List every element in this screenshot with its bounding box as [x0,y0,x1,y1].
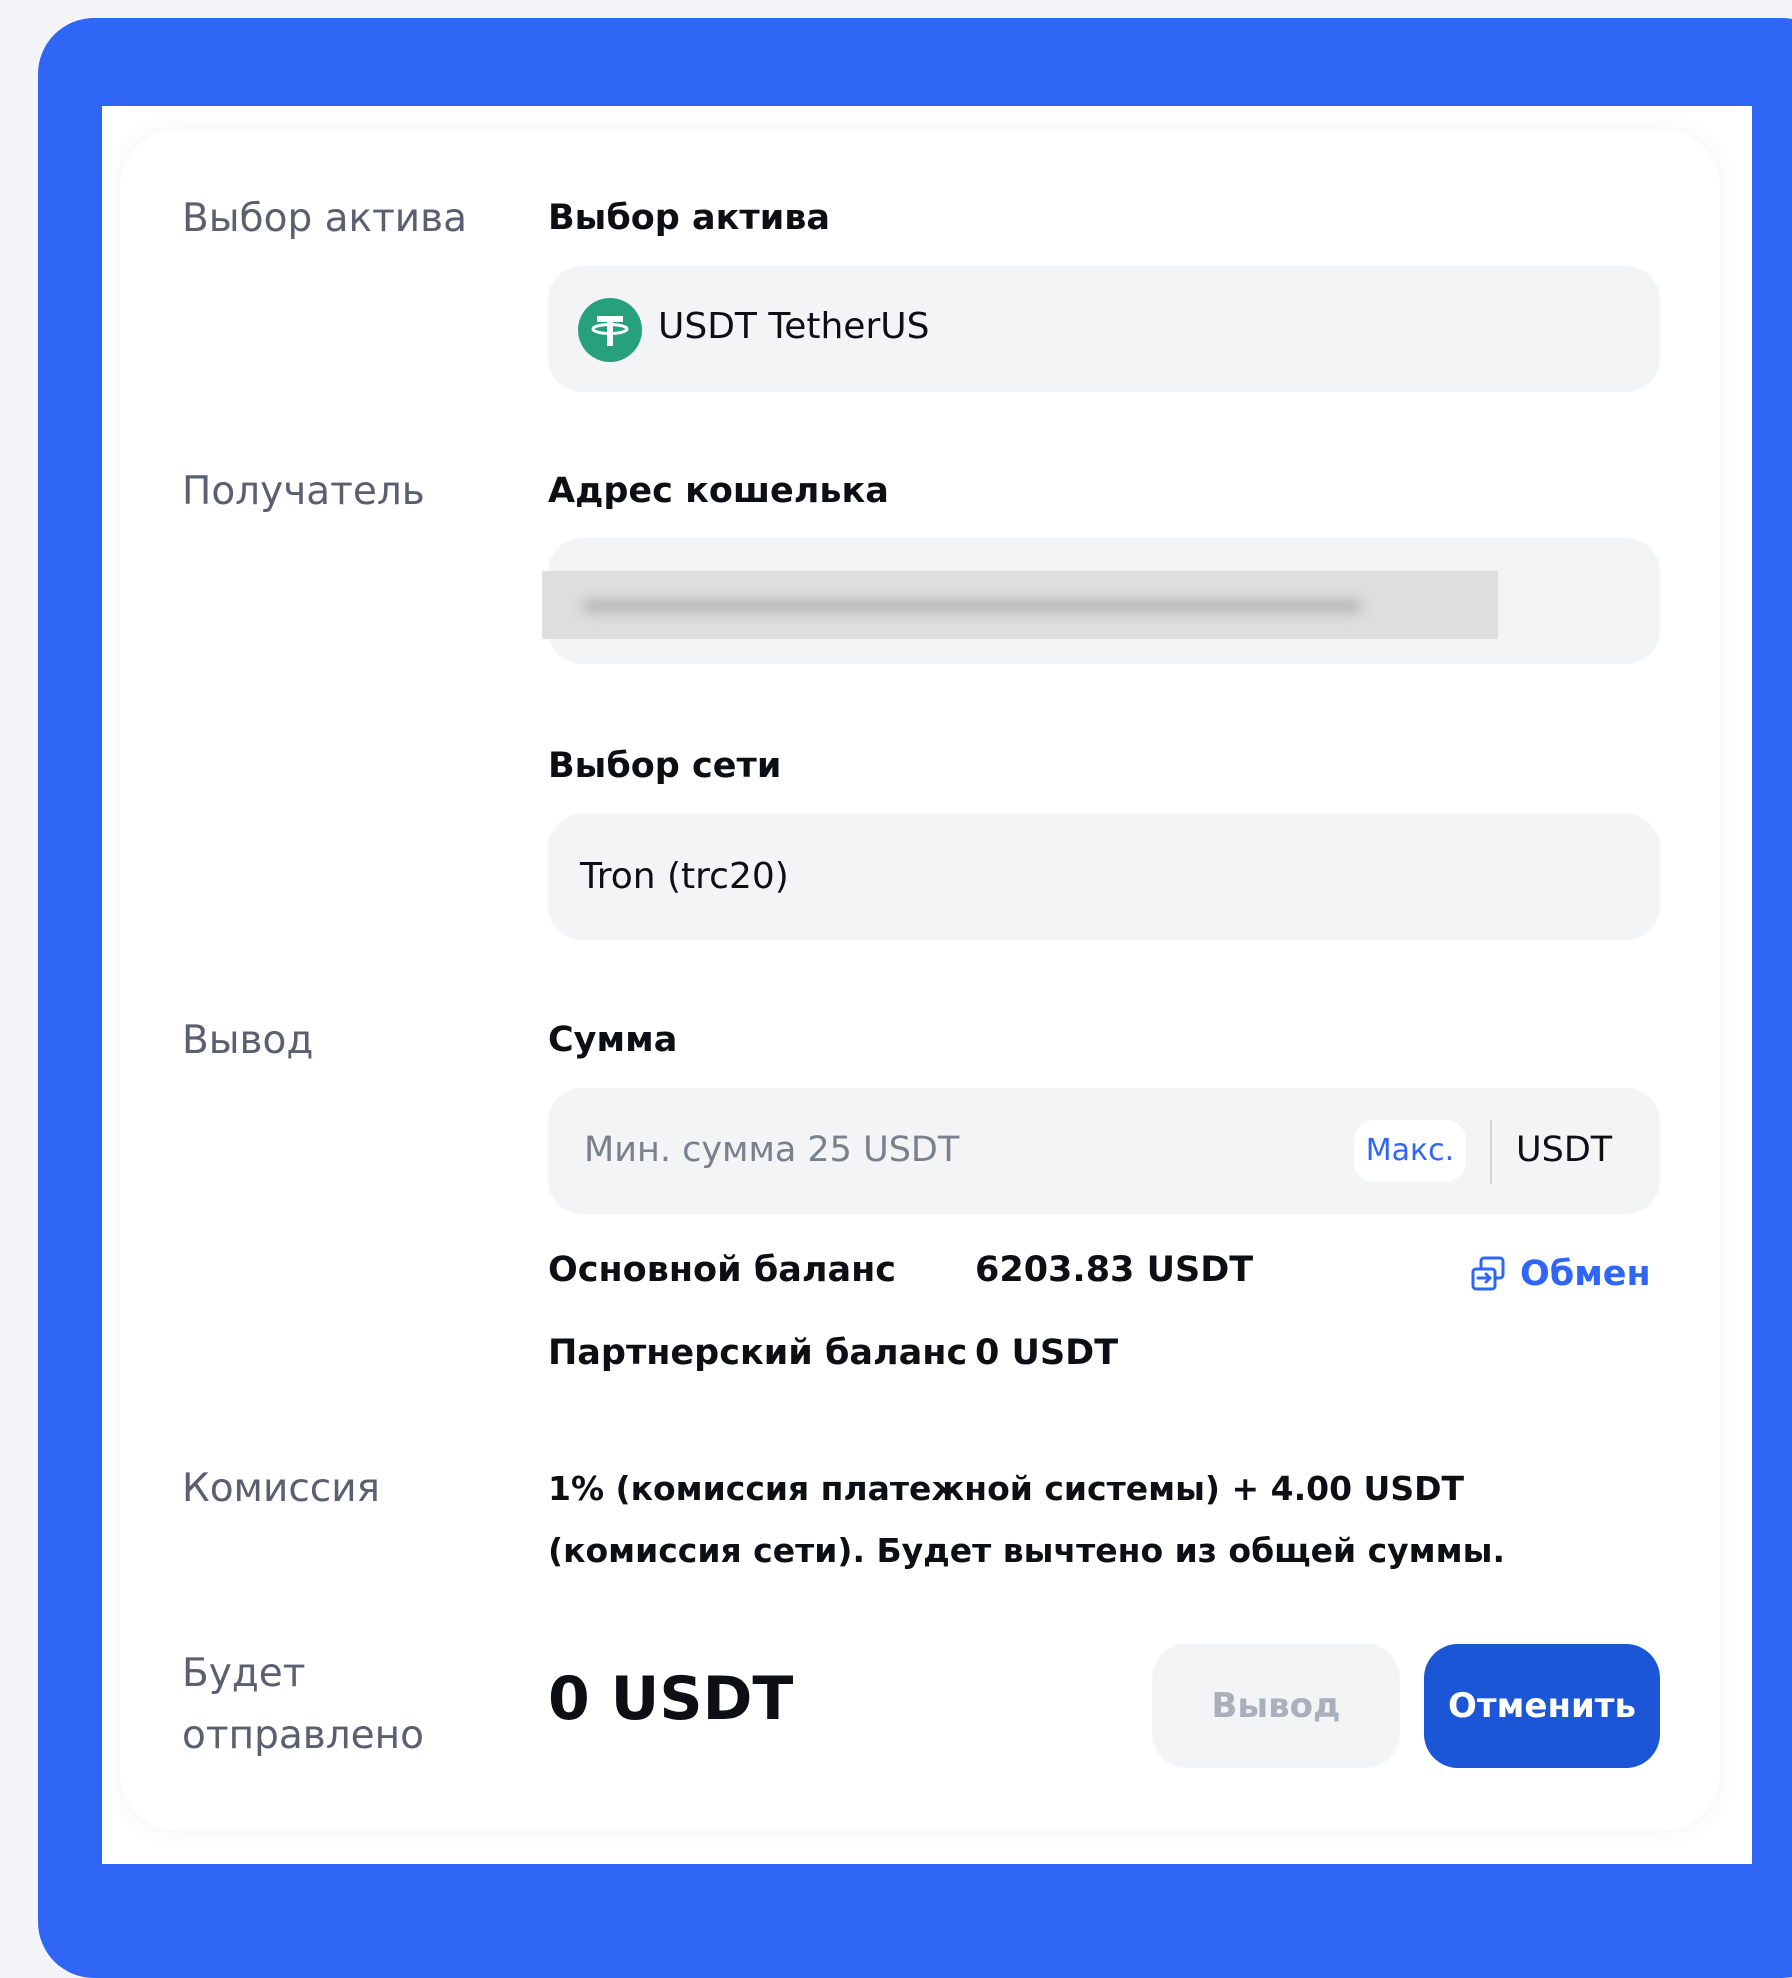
blurred-address-text [582,599,1362,613]
main-balance-label: Основной баланс [548,1250,897,1290]
field-divider [1490,1120,1492,1184]
asset-field-label: Выбор актива [548,198,830,238]
amount-placeholder: Мин. сумма 25 USDT [584,1130,960,1170]
withdraw-button[interactable]: Вывод [1152,1644,1400,1768]
asset-select[interactable]: USDT TetherUS [548,266,1660,392]
section-will-send-label: Будет отправлено [182,1651,424,1758]
network-select[interactable]: Tron (trc20) [548,814,1660,940]
amount-input[interactable]: Мин. сумма 25 USDT Макс. USDT [548,1088,1660,1214]
exchange-label: Обмен [1520,1254,1651,1294]
tether-icon [578,298,642,362]
commission-text: 1% (комиссия платежной системы) + 4.00 U… [548,1469,1505,1570]
section-commission-label: Комиссия [182,1466,381,1511]
section-asset-label: Выбор актива [182,196,468,241]
wallet-field-label: Адрес кошелька [548,471,889,511]
main-balance-value: 6203.83 USDT [975,1250,1254,1290]
wallet-address-input[interactable] [542,538,1660,664]
amount-field-label: Сумма [548,1020,678,1060]
section-withdraw-label: Вывод [182,1018,314,1063]
section-recipient-label: Получатель [182,469,425,514]
partner-balance-label: Партнерский баланс [548,1333,968,1373]
blurred-address [542,571,1498,639]
max-button[interactable]: Макс. [1354,1120,1466,1182]
exchange-icon [1471,1256,1505,1291]
partner-balance-value: 0 USDT [975,1333,1119,1373]
total-amount: 0 USDT [548,1664,794,1734]
currency-label: USDT [1516,1130,1613,1170]
cancel-button[interactable]: Отменить [1424,1644,1660,1768]
network-value: Tron (trc20) [580,856,789,897]
asset-value: USDT TetherUS [658,306,930,347]
exchange-link[interactable]: Обмен [1468,1250,1651,1298]
network-field-label: Выбор сети [548,746,782,786]
